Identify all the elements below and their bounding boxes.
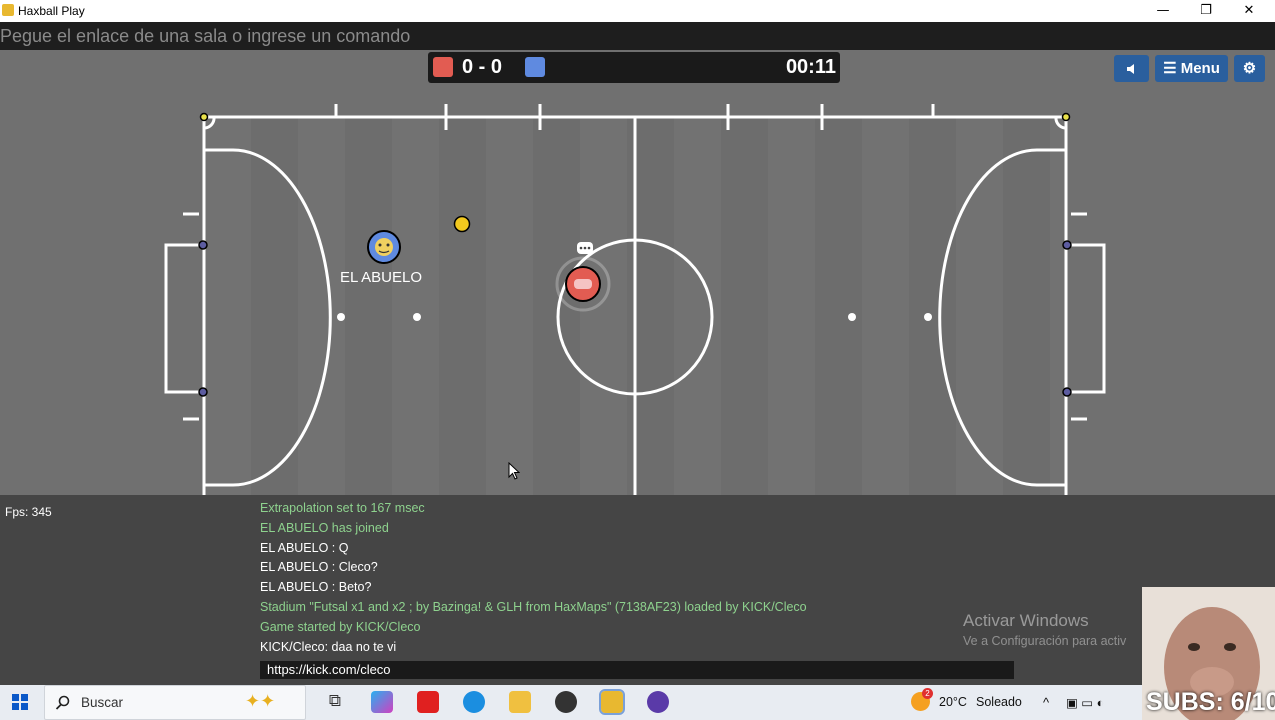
blue-team-swatch [525, 57, 545, 77]
chat-line: Extrapolation set to 167 msec [260, 501, 425, 515]
chat-line: EL ABUELO : Q [260, 541, 349, 555]
chat-line: EL ABUELO has joined [260, 521, 389, 535]
score: 0 - 0 [462, 56, 503, 78]
minimize-button[interactable]: — [1141, 0, 1185, 22]
youtube-icon[interactable] [417, 691, 439, 713]
close-button[interactable]: ✕ [1227, 0, 1271, 22]
scoreboard: 0 - 0 00:11 [428, 52, 840, 83]
room-command-placeholder: Pegue el enlace de una sala o ingrese un… [0, 26, 411, 46]
sound-button[interactable] [1114, 55, 1149, 82]
player-name-label: EL ABUELO [340, 269, 422, 286]
activate-windows-title: Activar Windows [963, 611, 1089, 630]
chat-input-value: https://kick.com/cleco [267, 662, 391, 677]
game-area [0, 50, 1275, 495]
title-bar: Haxball Play Gracias Capo.XeneizeOrtiz12… [0, 0, 1275, 25]
weather-desc: Soleado [976, 695, 1022, 709]
app-icon [2, 4, 14, 16]
tray-icons[interactable]: ▣ ▭ ◐ [1066, 695, 1104, 710]
chat-panel: Fps: 345 Extrapolation set to 167 msec E… [0, 495, 1275, 685]
blue-player [367, 230, 401, 264]
menu-label: Menu [1180, 60, 1220, 77]
futsal-field [0, 50, 1275, 495]
file-explorer-icon[interactable] [509, 691, 531, 713]
search-icon [55, 695, 70, 710]
activate-windows-subtitle: Ve a Configuración para activ [963, 634, 1127, 648]
chat-line: KICK/Cleco: daa no te vi [260, 640, 397, 654]
fps-counter: Fps: 345 [5, 505, 52, 519]
weather-temp: 20°C [939, 695, 967, 709]
chat-line: EL ABUELO : Beto? [260, 580, 372, 594]
speaker-icon [1126, 64, 1134, 74]
settings-button[interactable]: ⚙ [1234, 55, 1265, 82]
restore-button[interactable]: ❐ [1184, 0, 1228, 22]
ball [453, 215, 471, 233]
red-team-swatch [433, 57, 453, 77]
sparkle-icon: ✦✦ [245, 691, 276, 711]
menu-button[interactable]: ☰ Menu [1155, 55, 1228, 82]
task-view-icon[interactable]: ⧉ [324, 691, 346, 713]
game-timer: 00:11 [785, 56, 836, 78]
window-title: Haxball Play [18, 4, 85, 18]
windows-start-icon[interactable] [12, 694, 28, 710]
haxball-icon[interactable] [599, 689, 625, 715]
obs-icon[interactable] [555, 691, 577, 713]
copilot-icon[interactable] [371, 691, 393, 713]
room-command-bar[interactable]: Pegue el enlace de una sala o ingrese un… [0, 22, 1275, 50]
gear-icon: ⚙ [1242, 60, 1257, 77]
hamburger-icon: ☰ [1163, 60, 1177, 77]
discord-icon[interactable] [647, 691, 669, 713]
taskbar-search[interactable]: Buscar ✦✦ [44, 685, 306, 720]
taskbar: Buscar ✦✦ ⧉ 2 20°C Soleado ^ ▣ ▭ ◐ [0, 685, 1142, 720]
weather-badge: 2 [922, 688, 933, 699]
subs-counter: SUBS: 6/10 [1146, 688, 1275, 716]
search-label: Buscar [81, 695, 124, 710]
chat-line: Game started by KICK/Cleco [260, 620, 421, 634]
edge-icon[interactable] [463, 691, 485, 713]
chat-line: EL ABUELO : Cleco? [260, 560, 378, 574]
mouse-cursor-icon [508, 462, 520, 480]
chat-line: Stadium "Futsal x1 and x2 ; by Bazinga! … [260, 600, 807, 614]
chevron-up-icon[interactable]: ^ [1043, 695, 1049, 710]
